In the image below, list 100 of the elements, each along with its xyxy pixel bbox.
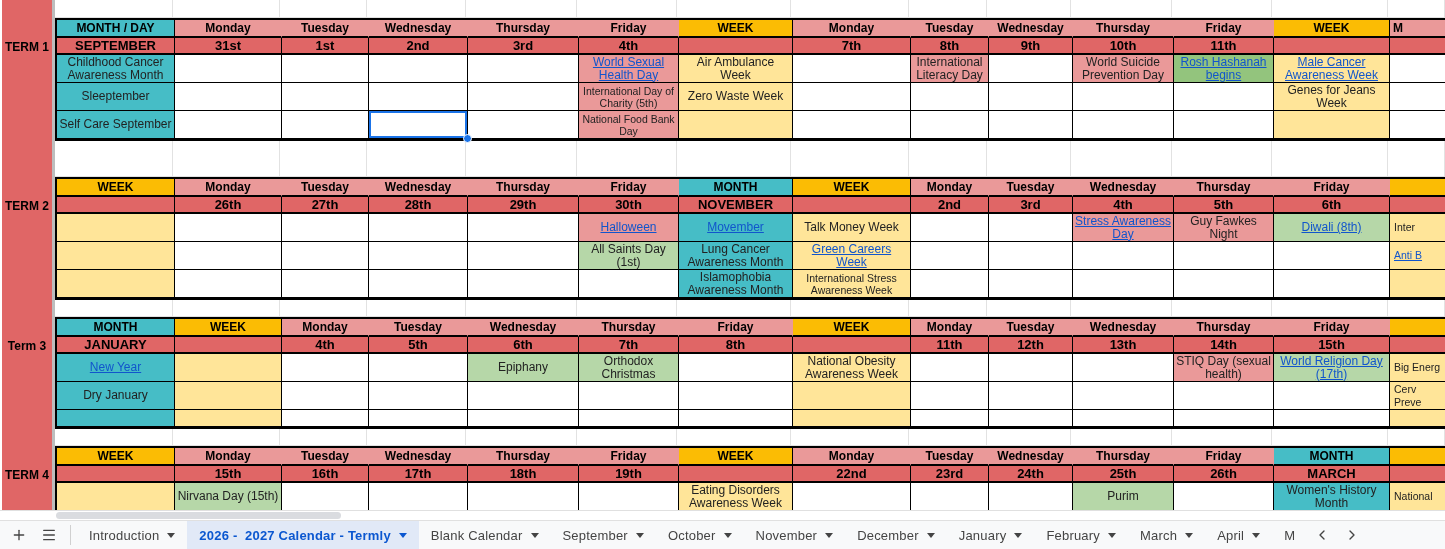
day-header: M <box>1390 20 1445 38</box>
dropdown-icon <box>1252 532 1261 538</box>
event-link[interactable]: Movember <box>707 221 764 234</box>
date-cell: 30th <box>579 197 679 214</box>
day-header: Monday <box>911 319 989 337</box>
empty-cell <box>1388 141 1445 177</box>
day-header: Tuesday <box>989 319 1073 337</box>
day-header: Tuesday <box>282 20 369 38</box>
table-cell: Dry January <box>57 382 175 410</box>
table-cell: International Day of Charity (5th) <box>579 83 679 111</box>
event-link[interactable]: Stress Awareness Day <box>1075 214 1171 241</box>
date-cell: 11th <box>1174 38 1274 55</box>
week-header: WEEK <box>793 179 911 197</box>
table-cell: Orthodox Christmas <box>579 354 679 382</box>
dropdown-icon <box>1185 532 1194 538</box>
dropdown-icon <box>723 532 732 538</box>
date-cell: 18th <box>468 466 579 483</box>
sheet-tab[interactable]: M <box>1272 521 1308 549</box>
sheet-tab[interactable]: 2026 - 2027 Calendar - Termly <box>187 521 419 549</box>
week-header: WEEK <box>679 20 793 38</box>
date-cell: 14th <box>1174 337 1274 354</box>
day-header: Friday <box>1174 20 1274 38</box>
week-header: WEEK <box>175 319 282 337</box>
sheet-tab[interactable]: March <box>1128 521 1206 549</box>
event-link[interactable]: Halloween <box>600 221 657 234</box>
date-cell: 23rd <box>911 466 989 483</box>
sheet-tab[interactable]: November <box>743 521 846 549</box>
event-link[interactable]: Rosh Hashanah begins <box>1176 55 1271 82</box>
date-cell: 4th <box>579 38 679 55</box>
date-cell <box>1390 38 1445 55</box>
dropdown-icon <box>167 532 176 538</box>
sheet-tab[interactable]: Introduction <box>77 521 188 549</box>
event-link[interactable]: Diwali (8th) <box>1301 221 1362 234</box>
table-cell: Sleeptember <box>57 83 175 111</box>
day-header: Friday <box>1274 179 1390 197</box>
day-header: Monday <box>793 448 911 466</box>
month-header: MONTH <box>679 179 793 197</box>
day-header: Friday <box>679 319 793 337</box>
day-header: Thursday <box>1174 319 1274 337</box>
date-cell: 1st <box>282 38 369 55</box>
date-cell: 2nd <box>911 197 989 214</box>
date-cell: 31st <box>175 38 282 55</box>
event-link[interactable]: Male Cancer Awareness Week <box>1276 55 1387 82</box>
date-cell <box>1390 337 1445 354</box>
sheet-tab[interactable]: December <box>845 521 947 549</box>
date-cell: 24th <box>989 466 1073 483</box>
event-link[interactable]: World Sexual Health Day <box>581 55 676 82</box>
day-header: Thursday <box>1073 448 1174 466</box>
day-header: Friday <box>1274 319 1390 337</box>
table-cell: Eating Disorders Awareness Week <box>679 483 793 510</box>
date-cell: 9th <box>989 38 1073 55</box>
day-header: Monday <box>175 20 282 38</box>
table-cell: Genes for Jeans Week <box>1274 83 1390 111</box>
date-cell: 11th <box>911 337 989 354</box>
table-cell: World Suicide Prevention Day <box>1073 55 1174 83</box>
date-cell: 17th <box>369 466 468 483</box>
day-header: Thursday <box>468 448 579 466</box>
term-label: Term 3 <box>6 337 48 354</box>
event-link[interactable]: New Year <box>89 361 142 374</box>
week-header: WEEK <box>57 448 175 466</box>
sheet-tab[interactable]: Blank Calendar <box>418 521 551 549</box>
dropdown-icon <box>1014 532 1023 538</box>
day-header: Tuesday <box>282 448 369 466</box>
month-header: MONTH <box>1274 448 1390 466</box>
day-header: Thursday <box>579 319 679 337</box>
event-link[interactable]: World Religion Day (17th) <box>1276 354 1387 381</box>
day-header: Wednesday <box>989 448 1073 466</box>
table-cell: Guy Fawkes Night <box>1174 214 1274 242</box>
sheet-tab[interactable]: February <box>1034 521 1128 549</box>
table-cell: All Saints Day (1st) <box>579 242 679 270</box>
day-header: Monday <box>793 20 911 38</box>
day-header: Wednesday <box>369 179 468 197</box>
month-header: MONTH <box>57 319 175 337</box>
day-header: Thursday <box>468 179 579 197</box>
table-cell: Epiphany <box>468 354 579 382</box>
day-header: Thursday <box>1073 20 1174 38</box>
table-cell: Lung Cancer Awareness Month <box>679 242 793 270</box>
table-cell: Nirvana Day (15th) <box>175 483 282 510</box>
week-header: WEEK <box>679 448 793 466</box>
table-cell: Women's History Month <box>1274 483 1390 510</box>
sheet-tab[interactable]: September <box>550 521 656 549</box>
plus-icon <box>11 527 27 543</box>
date-cell: 28th <box>369 197 468 214</box>
month-header: MONTH / DAY <box>57 20 175 38</box>
table-cell: Islamophobia Awareness Month <box>679 270 793 298</box>
date-cell: 29th <box>468 197 579 214</box>
table-cell: Purim <box>1073 483 1174 510</box>
event-link[interactable]: Green Careers Week <box>795 242 908 269</box>
empty-cell <box>1388 0 1445 18</box>
sheet-tab[interactable]: April <box>1205 521 1273 549</box>
sheet-tab[interactable]: January <box>946 521 1035 549</box>
table-cell: International Stress Awareness Week <box>793 270 911 298</box>
date-cell: 13th <box>1073 337 1174 354</box>
date-cell: 6th <box>1274 197 1390 214</box>
event-link[interactable]: Anti B <box>1394 249 1422 262</box>
day-header: Wednesday <box>369 20 468 38</box>
day-header: Tuesday <box>911 20 989 38</box>
sheet-tab[interactable]: October <box>655 521 744 549</box>
date-cell: 12th <box>989 337 1073 354</box>
day-header: Wednesday <box>1073 319 1174 337</box>
